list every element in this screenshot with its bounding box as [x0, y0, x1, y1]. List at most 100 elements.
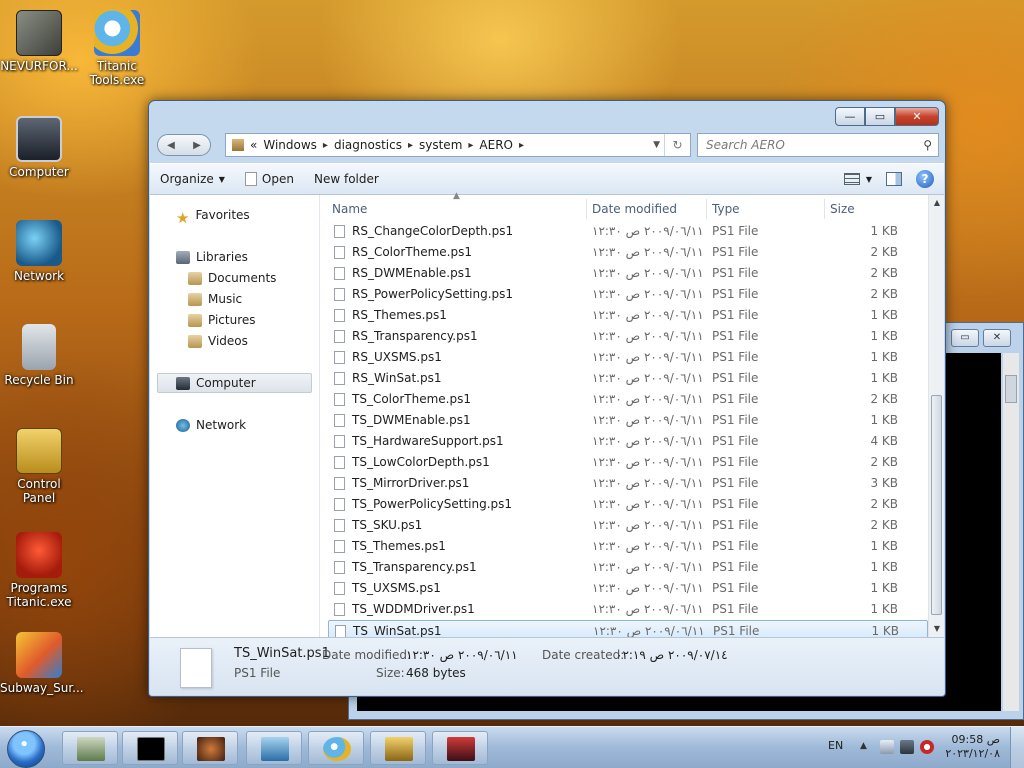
taskbar-button-command-prompt[interactable] — [122, 731, 178, 765]
desktop-icon-control-panel[interactable]: Control Panel — [0, 428, 78, 505]
file-name: RS_ColorTheme.ps1 — [352, 245, 472, 259]
console-close-button[interactable]: ✕ — [983, 329, 1011, 347]
file-row[interactable]: RS_ColorTheme.ps1 ٢٠٠٩/٠٦/١١ ص ١٢:٣٠ PS1 F… — [328, 242, 928, 263]
file-row[interactable]: TS_DWMEnable.ps1 ٢٠٠٩/٠٦/١١ ص ١٢:٣٠ PS1 Fi… — [328, 410, 928, 431]
nav-item-favorites[interactable]: ★ Favorites — [158, 205, 310, 227]
close-button[interactable]: ✕ — [895, 107, 939, 126]
taskbar-button-photo-viewer[interactable] — [246, 731, 302, 765]
chevron-down-icon[interactable]: ▼ — [866, 175, 872, 184]
file-row[interactable]: RS_PowerPolicySetting.ps1 ٢٠٠٩/٠٦/١١ ص ١٢… — [328, 284, 928, 305]
column-header-date-modified[interactable]: Date modified — [588, 199, 677, 219]
file-row[interactable]: TS_PowerPolicySetting.ps1 ٢٠٠٩/٠٦/١١ ص ١٢… — [328, 494, 928, 515]
column-divider[interactable] — [824, 199, 825, 219]
explorer-window[interactable]: — ▭ ✕ ◀ ▶ « Windows ▸ diagnostics ▸ syst… — [148, 100, 946, 697]
address-bar[interactable]: « Windows ▸ diagnostics ▸ system ▸ AERO … — [225, 133, 691, 157]
open-label: Open — [261, 172, 294, 186]
search-icon[interactable]: ⚲ — [923, 134, 932, 156]
new-folder-button[interactable]: New folder — [304, 172, 389, 186]
breadcrumb-windows[interactable]: Windows — [263, 138, 317, 152]
taskbar-button-media-player[interactable] — [182, 731, 238, 765]
network-tray-icon[interactable] — [900, 740, 914, 754]
chevron-down-icon[interactable]: ▼ — [653, 140, 660, 150]
nav-item-computer[interactable]: Computer — [157, 373, 312, 393]
desktop-icon-network[interactable]: Network — [0, 220, 78, 283]
file-row[interactable]: RS_Transparency.ps1 ٢٠٠٩/٠٦/١١ ص ١٢:٣٠ PS1… — [328, 326, 928, 347]
star-icon: ★ — [176, 208, 190, 227]
scroll-down-icon[interactable]: ▼ — [929, 621, 945, 637]
preview-pane-icon[interactable] — [886, 172, 902, 186]
nav-item-network[interactable]: Network — [158, 415, 310, 435]
file-row[interactable]: TS_WDDMDriver.ps1 ٢٠٠٩/٠٦/١١ ص ١٢:٣٠ PS1 F… — [328, 599, 928, 620]
console-scroll-thumb[interactable] — [1005, 375, 1017, 403]
help-icon[interactable]: ? — [916, 170, 934, 188]
scroll-thumb[interactable] — [931, 395, 942, 615]
refresh-icon[interactable]: ↻ — [664, 134, 690, 156]
file-size: 2 KB — [870, 266, 898, 280]
column-header-name[interactable]: Name — [328, 199, 367, 219]
maximize-button[interactable]: ▭ — [865, 107, 895, 126]
file-row[interactable]: RS_UXSMS.ps1 ٢٠٠٩/٠٦/١١ ص ١٢:٣٠ PS1 File 1 … — [328, 347, 928, 368]
console-scrollbar[interactable] — [1003, 353, 1019, 711]
show-hidden-icons-icon[interactable]: ▲ — [860, 741, 867, 751]
file-size: 1 KB — [870, 581, 898, 595]
open-button[interactable]: Open — [235, 172, 304, 186]
console-maximize-button[interactable]: ▭ — [951, 329, 979, 347]
taskbar-button-system-monitor[interactable] — [62, 731, 118, 765]
search-input[interactable]: Search AERO ⚲ — [697, 133, 939, 157]
back-arrow-icon[interactable]: ◀ — [167, 140, 175, 151]
taskbar-button-display[interactable] — [432, 731, 488, 765]
column-divider[interactable] — [706, 199, 707, 219]
nav-item-pictures[interactable]: Pictures — [158, 310, 310, 330]
file-row[interactable]: TS_Transparency.ps1 ٢٠٠٩/٠٦/١١ ص ١٢:٣٠ PS1… — [328, 557, 928, 578]
minimize-button[interactable]: — — [835, 107, 865, 126]
chevron-right-icon[interactable]: ▸ — [323, 140, 328, 151]
nav-item-libraries[interactable]: Libraries — [158, 247, 310, 267]
file-row[interactable]: TS_SKU.ps1 ٢٠٠٩/٠٦/١١ ص ١٢:٣٠ PS1 File 2 KB — [328, 515, 928, 536]
scroll-up-icon[interactable]: ▲ — [929, 195, 945, 211]
desktop-icon-label: Network — [13, 269, 65, 283]
desktop-icon-titanic-tools[interactable]: Titanic Tools.exe — [78, 10, 156, 87]
action-center-icon[interactable] — [880, 740, 894, 754]
nav-item-music[interactable]: Music — [158, 289, 310, 309]
desktop-icon-nevurfor[interactable]: NEVURFOR... — [0, 10, 78, 73]
chevron-right-icon[interactable]: ▸ — [468, 140, 473, 151]
clock[interactable]: ص 09:58 ٢٠٢٣/١٢/٠٨ — [945, 733, 1000, 761]
file-preview-icon — [180, 648, 212, 688]
forward-arrow-icon[interactable]: ▶ — [193, 140, 201, 151]
taskbar-button-titanic-tools[interactable] — [308, 731, 364, 765]
chevron-right-icon[interactable]: ▸ — [408, 140, 413, 151]
change-view-icon[interactable] — [843, 173, 860, 185]
language-indicator[interactable]: EN — [828, 739, 843, 752]
file-row[interactable]: TS_UXSMS.ps1 ٢٠٠٩/٠٦/١١ ص ١٢:٣٠ PS1 File 1 … — [328, 578, 928, 599]
show-desktop-button[interactable] — [1010, 727, 1024, 768]
nav-item-videos[interactable]: Videos — [158, 331, 310, 351]
column-header-type[interactable]: Type — [708, 199, 740, 219]
breadcrumb-system[interactable]: system — [419, 138, 462, 152]
chevron-right-icon[interactable]: ▸ — [519, 140, 524, 151]
desktop-icon-programs-titanic[interactable]: Programs Titanic.exe — [0, 532, 78, 609]
file-row[interactable]: TS_Themes.ps1 ٢٠٠٩/٠٦/١١ ص ١٢:٣٠ PS1 File 1… — [328, 536, 928, 557]
desktop-icon-computer[interactable]: Computer — [0, 116, 78, 179]
column-header-size[interactable]: Size — [826, 199, 855, 219]
file-row[interactable]: RS_DWMEnable.ps1 ٢٠٠٩/٠٦/١١ ص ١٢:٣٠ PS1 Fi… — [328, 263, 928, 284]
desktop-icon-recycle-bin[interactable]: Recycle Bin — [0, 324, 78, 387]
file-row[interactable]: TS_HardwareSupport.ps1 ٢٠٠٩/٠٦/١١ ص ١٢:٣٠… — [328, 431, 928, 452]
taskbar-button-control-panel[interactable] — [370, 731, 426, 765]
organize-button[interactable]: Organize ▼ — [150, 172, 235, 186]
file-row[interactable]: RS_Themes.ps1 ٢٠٠٩/٠٦/١١ ص ١٢:٣٠ PS1 File 1… — [328, 305, 928, 326]
file-row[interactable]: RS_ChangeColorDepth.ps1 ٢٠٠٩/٠٦/١١ ص ١٢:٣… — [328, 221, 928, 242]
breadcrumb-overflow[interactable]: « — [250, 138, 257, 152]
file-type: PS1 File — [712, 476, 759, 490]
desktop-icon-subway-surfers[interactable]: Subway_Sur... — [0, 632, 84, 695]
file-row[interactable]: TS_MirrorDriver.ps1 ٢٠٠٩/٠٦/١١ ص ١٢:٣٠ PS1… — [328, 473, 928, 494]
breadcrumb-aero[interactable]: AERO — [479, 138, 513, 152]
column-divider[interactable] — [586, 199, 587, 219]
nav-item-documents[interactable]: Documents — [158, 268, 310, 288]
file-row[interactable]: TS_ColorTheme.ps1 ٢٠٠٩/٠٦/١١ ص ١٢:٣٠ PS1 F… — [328, 389, 928, 410]
start-button[interactable] — [7, 730, 45, 768]
file-list-scrollbar[interactable]: ▲ ▼ — [928, 195, 944, 637]
breadcrumb-diagnostics[interactable]: diagnostics — [334, 138, 402, 152]
file-row[interactable]: RS_WinSat.ps1 ٢٠٠٩/٠٦/١١ ص ١٢:٣٠ PS1 File 1… — [328, 368, 928, 389]
file-row[interactable]: TS_LowColorDepth.ps1 ٢٠٠٩/٠٦/١١ ص ١٢:٣٠ PS… — [328, 452, 928, 473]
volume-muted-icon[interactable] — [920, 740, 934, 754]
